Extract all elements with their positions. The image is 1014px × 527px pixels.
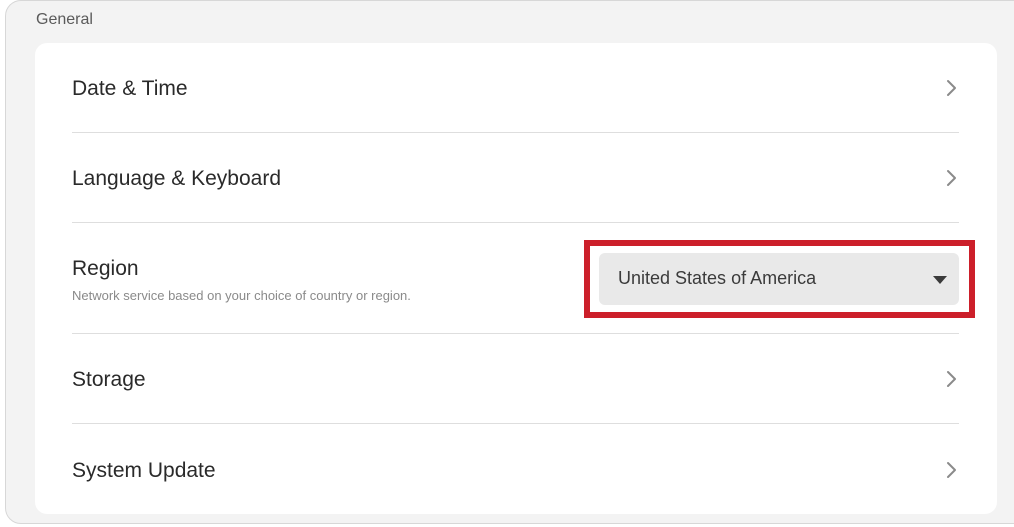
chevron-right-icon bbox=[947, 371, 956, 387]
region-description: Network service based on your choice of … bbox=[72, 288, 411, 303]
region-select-value: United States of America bbox=[618, 268, 817, 288]
storage-label: Storage bbox=[72, 368, 146, 391]
system-update-row[interactable]: System Update bbox=[72, 424, 959, 514]
chevron-right-icon bbox=[947, 462, 956, 478]
chevron-right-icon bbox=[947, 170, 956, 186]
section-title: General bbox=[36, 11, 93, 28]
region-label: Region bbox=[72, 257, 139, 280]
language-keyboard-row[interactable]: Language & Keyboard bbox=[72, 133, 959, 222]
language-keyboard-label: Language & Keyboard bbox=[72, 167, 282, 190]
date-time-row[interactable]: Date & Time bbox=[72, 43, 959, 132]
system-update-label: System Update bbox=[72, 459, 216, 482]
chevron-right-icon bbox=[947, 80, 956, 96]
storage-row[interactable]: Storage bbox=[72, 334, 959, 423]
caret-down-icon bbox=[933, 276, 947, 284]
region-select[interactable]: United States of America bbox=[599, 253, 959, 305]
date-time-label: Date & Time bbox=[72, 77, 188, 100]
